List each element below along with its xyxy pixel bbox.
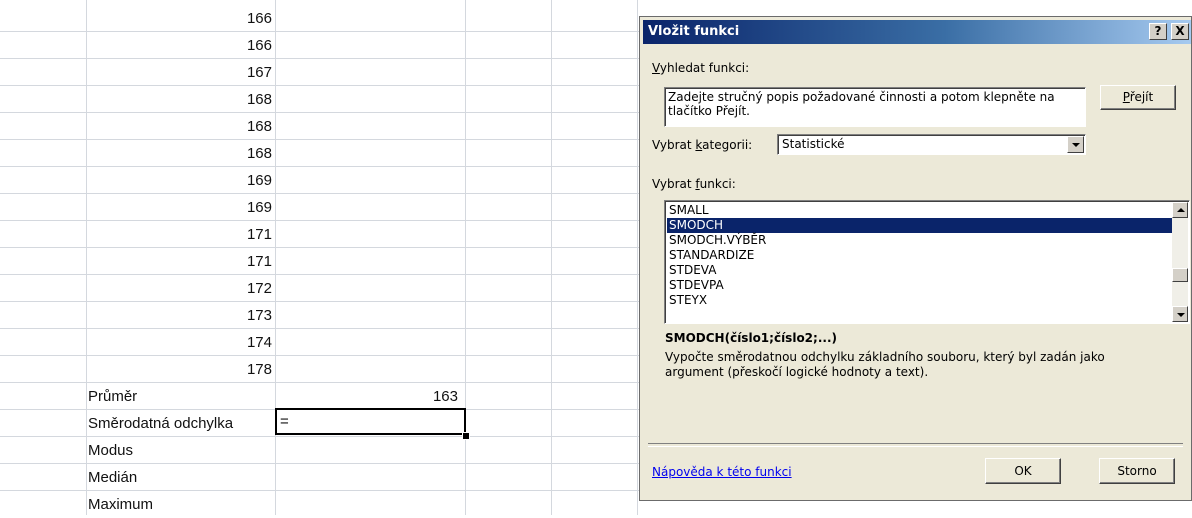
cell-label-smerodatna-odchylka[interactable]: Směrodatná odchylka: [88, 410, 233, 437]
insert-function-dialog: Vložit funkci ? X Vyhledat funkci: Zadej…: [639, 16, 1192, 501]
function-list-item[interactable]: STANDARDIZE: [667, 248, 1175, 263]
cell-label-modus[interactable]: Modus: [88, 437, 133, 464]
cell-value[interactable]: 171: [86, 248, 274, 275]
column-divider: [551, 0, 552, 515]
category-dropdown-button[interactable]: [1067, 136, 1084, 153]
cell-value[interactable]: 178: [86, 356, 274, 383]
divider: [648, 443, 1183, 447]
function-list-item[interactable]: STEYX: [667, 293, 1175, 308]
function-search-input[interactable]: Zadejte stručný popis požadované činnost…: [664, 87, 1086, 127]
function-list-item[interactable]: SMALL: [667, 203, 1175, 218]
cell-value[interactable]: 166: [86, 5, 274, 32]
go-button-accel: P: [1122, 90, 1130, 104]
ok-button[interactable]: OK: [985, 458, 1061, 484]
fill-handle[interactable]: [462, 432, 470, 440]
function-description: Vypočte směrodatnou odchylku základního …: [665, 350, 1105, 379]
search-label-text: yhledat funkci:: [659, 61, 750, 75]
cell-prumer-value[interactable]: 163: [276, 383, 464, 410]
active-cell[interactable]: =: [275, 408, 466, 435]
column-divider: [275, 0, 276, 515]
function-list-item-selected[interactable]: SMODCH: [667, 218, 1175, 233]
function-label-pre: Vybrat: [652, 177, 696, 191]
cancel-button[interactable]: Storno: [1099, 458, 1175, 484]
category-select[interactable]: Statistické: [777, 134, 1086, 155]
chevron-down-icon: [1177, 313, 1185, 317]
category-label-post: ategorii:: [702, 138, 753, 152]
cell-value[interactable]: 166: [86, 32, 274, 59]
cell-value[interactable]: 169: [86, 194, 274, 221]
help-button[interactable]: ?: [1149, 23, 1167, 40]
cell-value[interactable]: 173: [86, 302, 274, 329]
scroll-down-button[interactable]: [1172, 306, 1188, 322]
chevron-down-icon: [1072, 143, 1080, 147]
cell-value[interactable]: 167: [86, 59, 274, 86]
close-button[interactable]: X: [1171, 23, 1189, 40]
function-label-post: unkci:: [699, 177, 736, 191]
dialog-titlebar[interactable]: Vložit funkci ? X: [643, 20, 1191, 44]
function-list-item[interactable]: SMODCH.VÝBĚR: [667, 233, 1175, 248]
category-label: Vybrat kategorii:: [652, 138, 752, 152]
dialog-title: Vložit funkci: [648, 24, 740, 39]
chevron-up-icon: [1177, 208, 1185, 212]
help-link[interactable]: Nápověda k této funkci: [652, 465, 792, 479]
cell-label-median[interactable]: Medián: [88, 464, 137, 491]
go-button[interactable]: Přejít: [1100, 85, 1176, 110]
function-list-label: Vybrat funkci:: [652, 177, 736, 191]
cell-value[interactable]: 168: [86, 140, 274, 167]
cell-value[interactable]: 169: [86, 167, 274, 194]
search-label: Vyhledat funkci:: [652, 61, 749, 75]
function-listbox[interactable]: SMALL SMODCH SMODCH.VÝBĚR STANDARDIZE ST…: [664, 200, 1190, 324]
search-label-accel: V: [652, 61, 660, 75]
category-label-pre: Vybrat: [652, 138, 696, 152]
cell-value[interactable]: 168: [86, 86, 274, 113]
cell-label-prumer[interactable]: Průměr: [88, 383, 137, 410]
cell-value[interactable]: 172: [86, 275, 274, 302]
scrollbar-thumb[interactable]: [1172, 268, 1188, 282]
scroll-up-button[interactable]: [1172, 202, 1188, 218]
cell-value[interactable]: 168: [86, 113, 274, 140]
cell-value[interactable]: 171: [86, 221, 274, 248]
cell-label-maximum[interactable]: Maximum: [88, 491, 153, 518]
function-list-scrollbar[interactable]: [1172, 202, 1188, 322]
cell-value[interactable]: 174: [86, 329, 274, 356]
function-syntax: SMODCH(číslo1;číslo2;...): [665, 331, 837, 345]
function-list-item[interactable]: STDEVA: [667, 263, 1175, 278]
function-list-item[interactable]: STDEVPA: [667, 278, 1175, 293]
column-divider: [637, 0, 638, 515]
category-selected-value: Statistické: [782, 137, 845, 151]
go-button-text: řejít: [1129, 90, 1154, 104]
